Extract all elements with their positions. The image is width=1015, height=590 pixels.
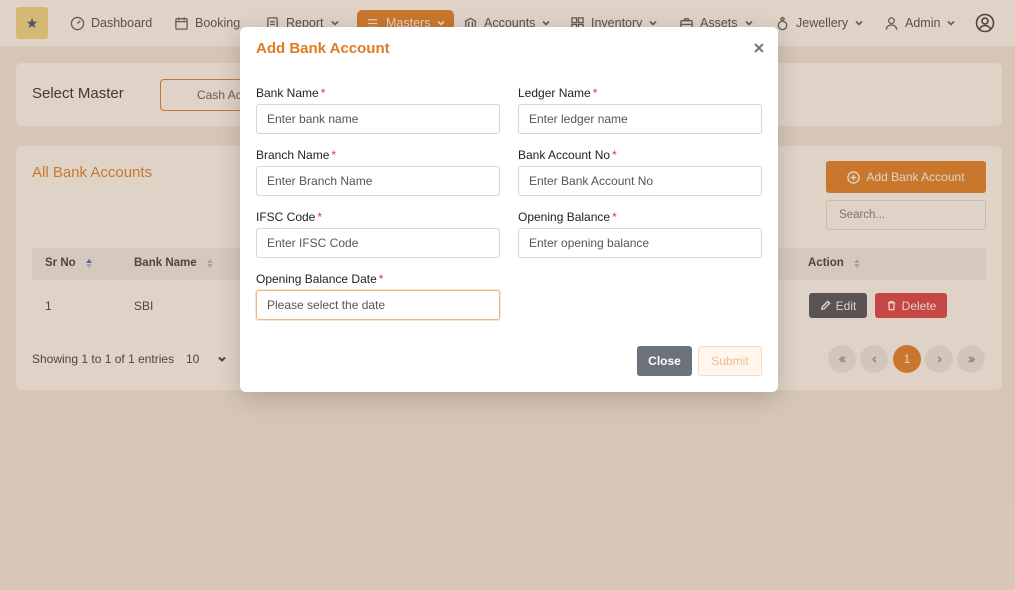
ledger-name-label: Ledger Name *: [518, 86, 598, 100]
add-bank-account-modal: Add Bank Account Bank Name* Ledger Name*…: [240, 27, 778, 392]
opening-balance-input[interactable]: [518, 228, 762, 258]
opening-balance-label: Opening Balance *: [518, 210, 617, 224]
branch-name-label: Branch Name *: [256, 148, 337, 162]
modal-close-button[interactable]: [752, 41, 766, 55]
ifsc-code-label: IFSC Code *: [256, 210, 323, 224]
close-button[interactable]: Close: [637, 346, 692, 376]
bank-account-no-input[interactable]: [518, 166, 762, 196]
bank-account-no-label: Bank Account No *: [518, 148, 617, 162]
modal-title: Add Bank Account: [256, 40, 390, 57]
opening-balance-date-label: Opening Balance Date *: [256, 272, 384, 286]
bank-name-input[interactable]: [256, 104, 500, 134]
submit-button[interactable]: Submit: [698, 346, 762, 376]
close-icon: [754, 43, 764, 53]
ledger-name-input[interactable]: [518, 104, 762, 134]
branch-name-input[interactable]: [256, 166, 500, 196]
ifsc-code-input[interactable]: [256, 228, 500, 258]
opening-balance-date-input[interactable]: [256, 290, 500, 320]
bank-name-label: Bank Name *: [256, 86, 326, 100]
